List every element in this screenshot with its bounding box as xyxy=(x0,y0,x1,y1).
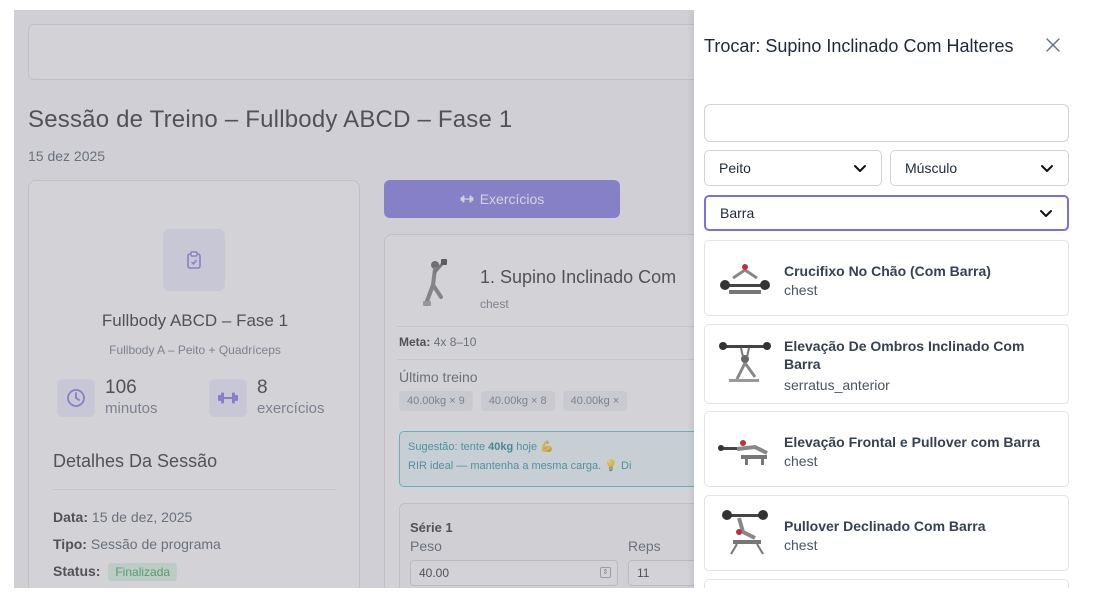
exercise-thumbnail xyxy=(722,510,768,555)
result-muscle: chest xyxy=(784,453,818,469)
equipment-select[interactable]: Barra xyxy=(704,195,1069,231)
muscle-select-value: Músculo xyxy=(905,160,958,176)
exercise-result[interactable]: Crucifixo No Chão (Com Barra) chest xyxy=(704,240,1069,316)
result-name: Pullover Declinado Com Barra xyxy=(784,518,986,534)
swap-exercise-drawer: Trocar: Supino Inclinado Com Halteres Pe… xyxy=(694,10,1084,588)
exercise-result[interactable]: Pullover Declinado Com Barra chest xyxy=(704,495,1069,571)
muscle-select[interactable]: Músculo xyxy=(890,150,1069,186)
exercise-result[interactable]: Elevação Frontal e Pullover com Barra ch… xyxy=(704,411,1069,487)
chevron-down-icon xyxy=(1041,165,1053,172)
chevron-down-icon xyxy=(1040,210,1052,217)
result-muscle: chest xyxy=(784,282,818,298)
result-name: Crucifixo No Chão (Com Barra) xyxy=(784,263,991,279)
result-name: Elevação Frontal e Pullover com Barra xyxy=(784,434,1040,450)
result-muscle: chest xyxy=(784,537,818,553)
result-name: Elevação De Ombros Inclinado Com Barra xyxy=(784,338,1025,372)
muscle-group-value: Peito xyxy=(719,160,751,176)
muscle-group-select[interactable]: Peito xyxy=(704,150,882,186)
exercise-result[interactable] xyxy=(704,579,1069,588)
exercise-thumbnail xyxy=(720,264,770,294)
drawer-title: Trocar: Supino Inclinado Com Halteres xyxy=(704,36,1014,56)
exercise-thumbnail xyxy=(719,342,771,382)
chevron-down-icon xyxy=(854,165,866,172)
result-muscle: serratus_anterior xyxy=(784,377,890,393)
equipment-select-value: Barra xyxy=(720,205,755,221)
search-input[interactable] xyxy=(704,104,1069,142)
exercise-thumbnail xyxy=(718,440,768,465)
exercise-result[interactable]: Elevação De Ombros Inclinado Com Barra s… xyxy=(704,324,1069,404)
close-icon[interactable] xyxy=(1040,32,1066,58)
app-frame: Sessão de Treino – Fullbody ABCD – Fase … xyxy=(14,10,1084,588)
